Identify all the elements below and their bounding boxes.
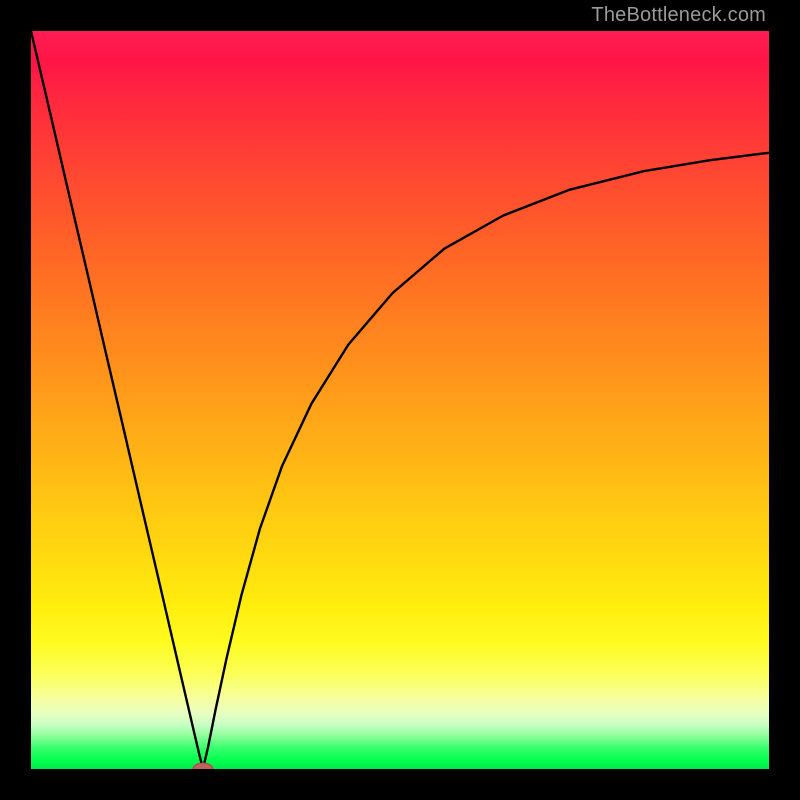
minimum-marker bbox=[193, 763, 213, 769]
watermark-text: TheBottleneck.com bbox=[591, 4, 766, 27]
plot-frame bbox=[31, 31, 769, 769]
chart-stage: TheBottleneck.com bbox=[0, 0, 800, 800]
curve-right-branch bbox=[203, 153, 769, 769]
curve-left-branch bbox=[31, 31, 203, 769]
plot-overlay bbox=[31, 31, 769, 769]
